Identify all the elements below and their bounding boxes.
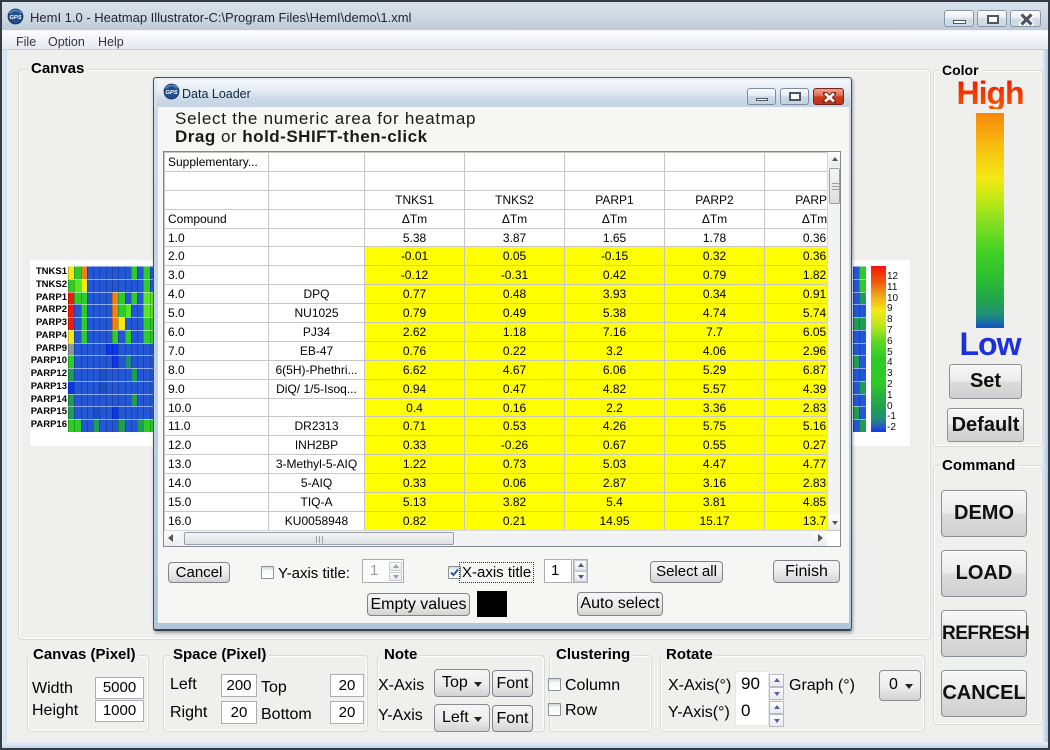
svg-text:GPS: GPS [165,90,177,96]
svg-text:GPS: GPS [9,15,21,21]
